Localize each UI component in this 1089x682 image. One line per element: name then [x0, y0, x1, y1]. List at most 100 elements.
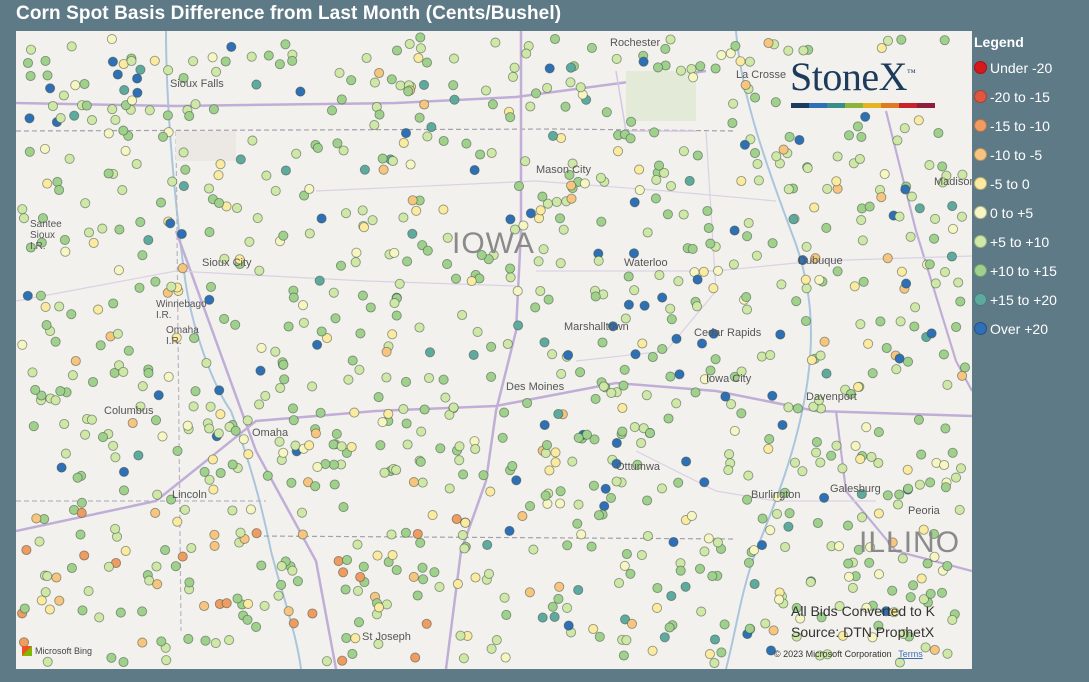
basis-marker[interactable] [120, 145, 131, 156]
basis-map[interactable]: Rochester La Crosse Sioux Falls Mason Ci… [16, 31, 972, 669]
basis-marker[interactable] [651, 602, 663, 613]
basis-marker[interactable] [887, 585, 898, 596]
basis-marker[interactable] [765, 525, 776, 536]
basis-marker[interactable] [459, 543, 470, 554]
basis-marker[interactable] [263, 50, 274, 61]
basis-marker[interactable] [505, 272, 516, 283]
basis-marker[interactable] [618, 650, 629, 661]
basis-marker[interactable] [743, 217, 754, 229]
basis-marker[interactable] [442, 232, 453, 243]
basis-marker[interactable] [75, 529, 86, 540]
basis-marker[interactable] [593, 255, 604, 266]
basis-marker[interactable] [573, 432, 584, 443]
basis-marker[interactable] [434, 581, 445, 592]
basis-marker[interactable] [621, 548, 632, 560]
basis-marker[interactable] [739, 139, 750, 150]
basis-marker[interactable] [647, 645, 658, 656]
basis-marker[interactable] [596, 216, 607, 227]
basis-marker[interactable] [207, 52, 218, 63]
basis-marker[interactable] [842, 520, 854, 531]
basis-marker[interactable] [429, 567, 440, 578]
basis-marker[interactable] [412, 590, 423, 601]
legend-item[interactable]: Under -20 [974, 53, 1086, 82]
basis-marker[interactable] [513, 181, 525, 192]
basis-marker[interactable] [783, 184, 794, 195]
basis-marker[interactable] [720, 391, 731, 402]
basis-marker[interactable] [204, 423, 215, 434]
basis-marker[interactable] [219, 313, 230, 324]
basis-marker[interactable] [455, 630, 466, 641]
basis-marker[interactable] [400, 376, 412, 387]
basis-marker[interactable] [641, 390, 652, 401]
basis-marker[interactable] [929, 233, 940, 244]
basis-marker[interactable] [547, 601, 558, 612]
basis-marker[interactable] [763, 37, 774, 49]
basis-marker[interactable] [542, 82, 553, 94]
basis-marker[interactable] [553, 593, 564, 604]
basis-marker[interactable] [876, 42, 887, 54]
basis-marker[interactable] [832, 151, 843, 162]
basis-marker[interactable] [916, 449, 927, 460]
basis-marker[interactable] [916, 573, 927, 584]
basis-marker[interactable] [398, 404, 409, 415]
basis-marker[interactable] [137, 606, 148, 617]
basis-marker[interactable] [946, 251, 957, 262]
basis-marker[interactable] [422, 131, 433, 142]
basis-marker[interactable] [855, 319, 866, 330]
basis-marker[interactable] [895, 316, 906, 327]
basis-marker[interactable] [744, 623, 755, 634]
basis-marker[interactable] [310, 481, 321, 492]
basis-marker[interactable] [905, 231, 916, 242]
basis-marker[interactable] [594, 631, 605, 642]
basis-marker[interactable] [312, 461, 323, 472]
basis-marker[interactable] [70, 355, 81, 367]
basis-marker[interactable] [457, 530, 468, 541]
basis-marker[interactable] [768, 625, 779, 636]
basis-marker[interactable] [186, 542, 197, 554]
basis-marker[interactable] [783, 402, 794, 413]
basis-marker[interactable] [135, 64, 146, 75]
basis-marker[interactable] [60, 448, 71, 459]
basis-marker[interactable] [728, 259, 739, 270]
basis-marker[interactable] [215, 159, 226, 170]
basis-marker[interactable] [741, 304, 753, 315]
basis-marker[interactable] [504, 525, 515, 536]
basis-marker[interactable] [143, 367, 154, 379]
basis-marker[interactable] [387, 550, 398, 561]
basis-marker[interactable] [352, 539, 363, 550]
basis-marker[interactable] [242, 415, 253, 426]
basis-marker[interactable] [903, 483, 914, 494]
basis-marker[interactable] [330, 313, 341, 324]
basis-marker[interactable] [438, 135, 449, 147]
basis-marker[interactable] [190, 386, 201, 397]
basis-marker[interactable] [52, 176, 63, 187]
basis-marker[interactable] [625, 133, 636, 144]
basis-marker[interactable] [929, 644, 940, 655]
basis-marker[interactable] [866, 451, 877, 462]
basis-marker[interactable] [863, 338, 874, 349]
basis-marker[interactable] [331, 428, 342, 439]
basis-marker[interactable] [937, 161, 948, 172]
basis-marker[interactable] [24, 113, 35, 124]
basis-marker[interactable] [341, 632, 352, 644]
basis-marker[interactable] [66, 562, 77, 574]
basis-marker[interactable] [525, 208, 536, 219]
basis-marker[interactable] [511, 475, 522, 486]
basis-marker[interactable] [673, 276, 684, 287]
basis-marker[interactable] [454, 455, 465, 466]
basis-marker[interactable] [947, 201, 958, 212]
basis-marker[interactable] [780, 541, 791, 553]
basis-marker[interactable] [936, 587, 948, 598]
basis-marker[interactable] [377, 153, 388, 164]
basis-marker[interactable] [688, 72, 699, 83]
basis-marker[interactable] [190, 99, 201, 110]
basis-marker[interactable] [899, 123, 910, 134]
basis-marker[interactable] [908, 580, 919, 591]
basis-marker[interactable] [246, 51, 257, 62]
basis-marker[interactable] [177, 551, 188, 562]
basis-marker[interactable] [902, 356, 914, 367]
basis-marker[interactable] [940, 482, 951, 493]
basis-marker[interactable] [694, 563, 706, 574]
basis-marker[interactable] [391, 45, 403, 56]
basis-marker[interactable] [270, 185, 281, 196]
